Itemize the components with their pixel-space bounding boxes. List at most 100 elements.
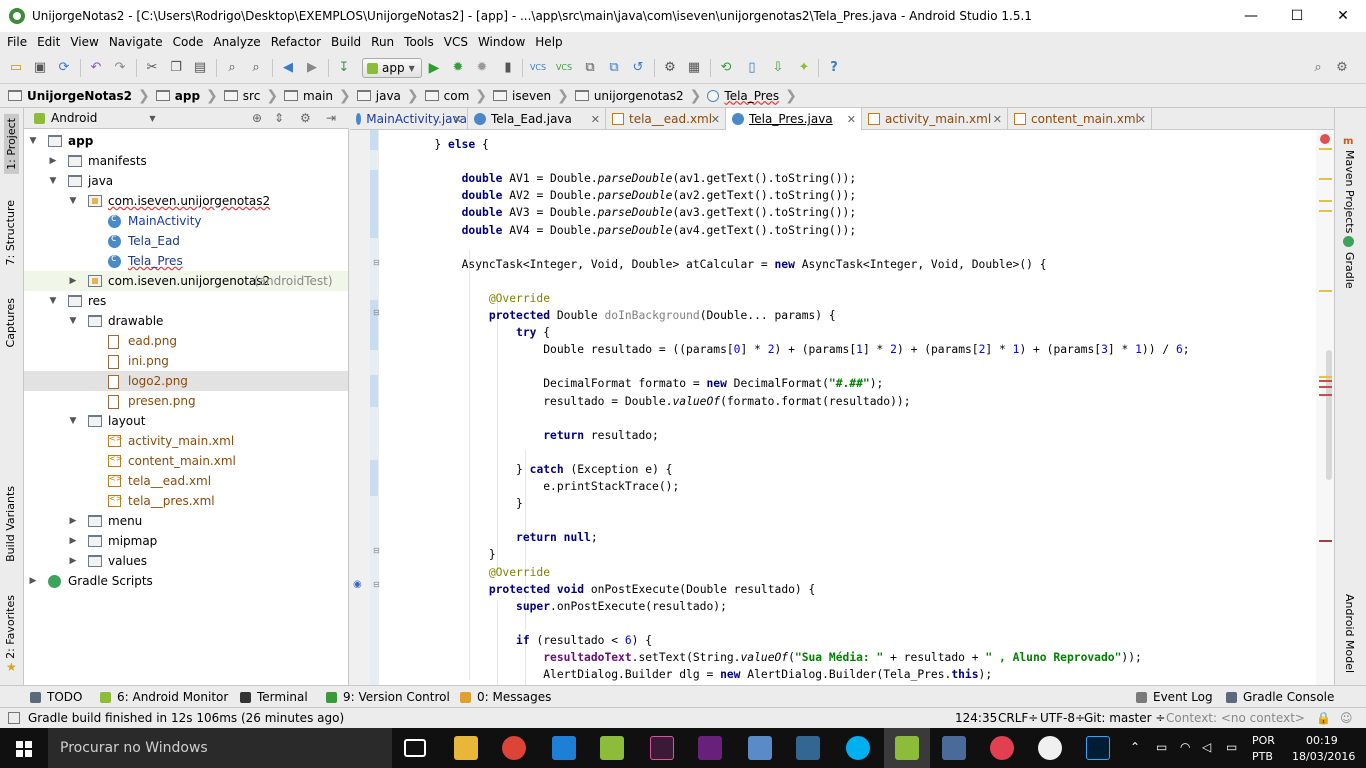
breadcrumb-item[interactable]: main ❯: [284, 84, 357, 108]
tool-tab-android-monitor[interactable]: 6: Android Monitor: [100, 686, 228, 708]
close-tab-icon[interactable]: ✕: [847, 113, 856, 126]
tree-item[interactable]: content_main.xml: [24, 451, 348, 471]
language-indicator[interactable]: POR: [1252, 734, 1275, 747]
collapse-all-icon[interactable]: ⇕: [274, 111, 284, 125]
chevron-down-icon[interactable]: ▼: [149, 114, 155, 123]
tree-item[interactable]: tela__ead.xml: [24, 471, 348, 491]
tool-tab-version-control[interactable]: 9: Version Control: [326, 686, 450, 708]
error-indicator-icon[interactable]: [1320, 134, 1330, 144]
android-device-monitor-icon[interactable]: ✦: [796, 60, 812, 76]
help-icon[interactable]: ?: [826, 60, 842, 76]
expand-right-icon[interactable]: ▶: [68, 516, 78, 526]
sdk-manager-icon[interactable]: ⇩: [770, 60, 786, 76]
close-tab-icon[interactable]: ✕: [453, 113, 462, 126]
error-stripe[interactable]: [1316, 130, 1334, 685]
run-icon[interactable]: ▶: [426, 60, 442, 76]
tool-tab-todo[interactable]: TODO: [30, 686, 82, 708]
search-everywhere-icon[interactable]: ⌕: [1310, 60, 1326, 76]
attach-debugger-icon[interactable]: ✹: [474, 60, 490, 76]
paste-icon[interactable]: ▤: [192, 60, 208, 76]
editor-tab[interactable]: Tela_Ead.java ✕: [468, 108, 606, 130]
file-encoding[interactable]: UTF-8÷: [1040, 711, 1085, 725]
tree-item[interactable]: MainActivity: [24, 211, 348, 231]
menu-navigate[interactable]: Navigate: [104, 35, 168, 49]
clock-date[interactable]: 18/03/2016: [1292, 750, 1355, 763]
menu-help[interactable]: Help: [530, 35, 567, 49]
close-button[interactable]: ✕: [1320, 0, 1366, 32]
close-tab-icon[interactable]: ✕: [1137, 113, 1146, 126]
fold-icon[interactable]: ⊟: [373, 580, 380, 589]
tree-item[interactable]: ▶ Gradle Scripts: [24, 571, 348, 591]
tree-item[interactable]: tela__pres.xml: [24, 491, 348, 511]
editor-tab[interactable]: content_main.xml ✕: [1008, 108, 1152, 130]
tool-tab-captures[interactable]: Captures: [4, 298, 17, 347]
breadcrumb-item[interactable]: Tela_Pres ❯: [707, 84, 802, 108]
expand-right-icon[interactable]: ▶: [48, 156, 58, 166]
maximize-button[interactable]: ☐: [1274, 0, 1320, 32]
expand-down-icon[interactable]: ▼: [68, 196, 78, 206]
tool-tab-android-model[interactable]: Android Model: [1343, 594, 1356, 673]
tree-item[interactable]: ini.png: [24, 351, 348, 371]
skype-icon[interactable]: [846, 736, 870, 760]
tool-tab-messages[interactable]: 0: Messages: [460, 686, 551, 708]
chrome-icon[interactable]: [502, 736, 526, 760]
find-icon[interactable]: ⌕: [224, 60, 240, 76]
tree-item[interactable]: ▶ menu: [24, 511, 348, 531]
menu-run[interactable]: Run: [366, 35, 399, 49]
line-separator[interactable]: CRLF÷: [998, 711, 1038, 725]
menu-view[interactable]: View: [65, 35, 103, 49]
gear-icon[interactable]: ⚙: [300, 111, 311, 125]
close-tab-icon[interactable]: ✕: [591, 113, 600, 126]
chevron-up-icon[interactable]: ⌃: [1130, 740, 1140, 754]
expand-right-icon[interactable]: ▶: [28, 576, 38, 586]
vcs-compare-icon[interactable]: ⧉: [582, 60, 598, 76]
breadcrumb-item[interactable]: java ❯: [356, 84, 425, 108]
postgres-icon[interactable]: [796, 736, 820, 760]
avd-manager-icon[interactable]: ▯: [744, 60, 760, 76]
menu-analyze[interactable]: Analyze: [208, 35, 265, 49]
tool-tab-build-variants[interactable]: Build Variants: [4, 486, 17, 562]
fold-icon[interactable]: ⊟: [373, 546, 380, 555]
menu-edit[interactable]: Edit: [32, 35, 65, 49]
task-view-icon[interactable]: [404, 739, 426, 757]
search-box[interactable]: Procurar no Windows: [48, 728, 392, 768]
settings-icon[interactable]: ⚙: [662, 60, 678, 76]
menu-build[interactable]: Build: [326, 35, 366, 49]
keyboard-layout[interactable]: PTB: [1252, 750, 1273, 763]
lock-icon[interactable]: 🔒: [1316, 711, 1331, 725]
vcs-update-icon[interactable]: VCS: [530, 60, 546, 76]
menu-file[interactable]: File: [2, 35, 32, 49]
photoshop-icon[interactable]: [1086, 736, 1110, 760]
tree-item[interactable]: ead.png: [24, 331, 348, 351]
expand-down-icon[interactable]: ▼: [68, 416, 78, 426]
breadcrumb-item[interactable]: app ❯: [155, 84, 224, 108]
debug-icon[interactable]: ✹: [450, 60, 466, 76]
save-all-icon[interactable]: ▣: [32, 60, 48, 76]
vcs-commit-icon[interactable]: VCS: [556, 60, 572, 76]
tree-item[interactable]: ▼ drawable: [24, 311, 348, 331]
cut-icon[interactable]: ✂: [144, 60, 160, 76]
menu-window[interactable]: Window: [473, 35, 530, 49]
close-tab-icon[interactable]: ✕: [711, 113, 720, 126]
tool-tab-gradle[interactable]: Gradle: [1343, 252, 1356, 289]
visual-studio-icon[interactable]: [698, 736, 722, 760]
wifi-icon[interactable]: ◠: [1180, 740, 1190, 754]
expand-down-icon[interactable]: ▼: [68, 316, 78, 326]
tool-tab-structure[interactable]: 7: Structure: [4, 200, 17, 265]
tool-tab-gradle-console[interactable]: Gradle Console: [1226, 686, 1334, 708]
breadcrumb-item[interactable]: iseven ❯: [493, 84, 575, 108]
copy-icon[interactable]: ❐: [168, 60, 184, 76]
replace-icon[interactable]: ⌕: [248, 60, 264, 76]
scroll-from-source-icon[interactable]: ⊕: [252, 111, 262, 125]
breadcrumb-item[interactable]: src ❯: [223, 84, 284, 108]
clock-time[interactable]: 00:19: [1306, 734, 1338, 747]
menu-refactor[interactable]: Refactor: [266, 35, 326, 49]
tree-item[interactable]: ▼ res: [24, 291, 348, 311]
android-studio-taskbar-icon[interactable]: [600, 736, 624, 760]
expand-right-icon[interactable]: ▶: [68, 276, 78, 286]
flickr-icon[interactable]: [990, 736, 1014, 760]
code-editor[interactable]: ⊟ ⊟ ⊟ ⊟ ◉ } else { double AV1 = Double.p…: [350, 130, 1334, 685]
tool-tab-project[interactable]: 1: Project: [4, 114, 19, 174]
tree-item[interactable]: ▶ manifests: [24, 151, 348, 171]
sync-icon[interactable]: ⟳: [56, 60, 72, 76]
